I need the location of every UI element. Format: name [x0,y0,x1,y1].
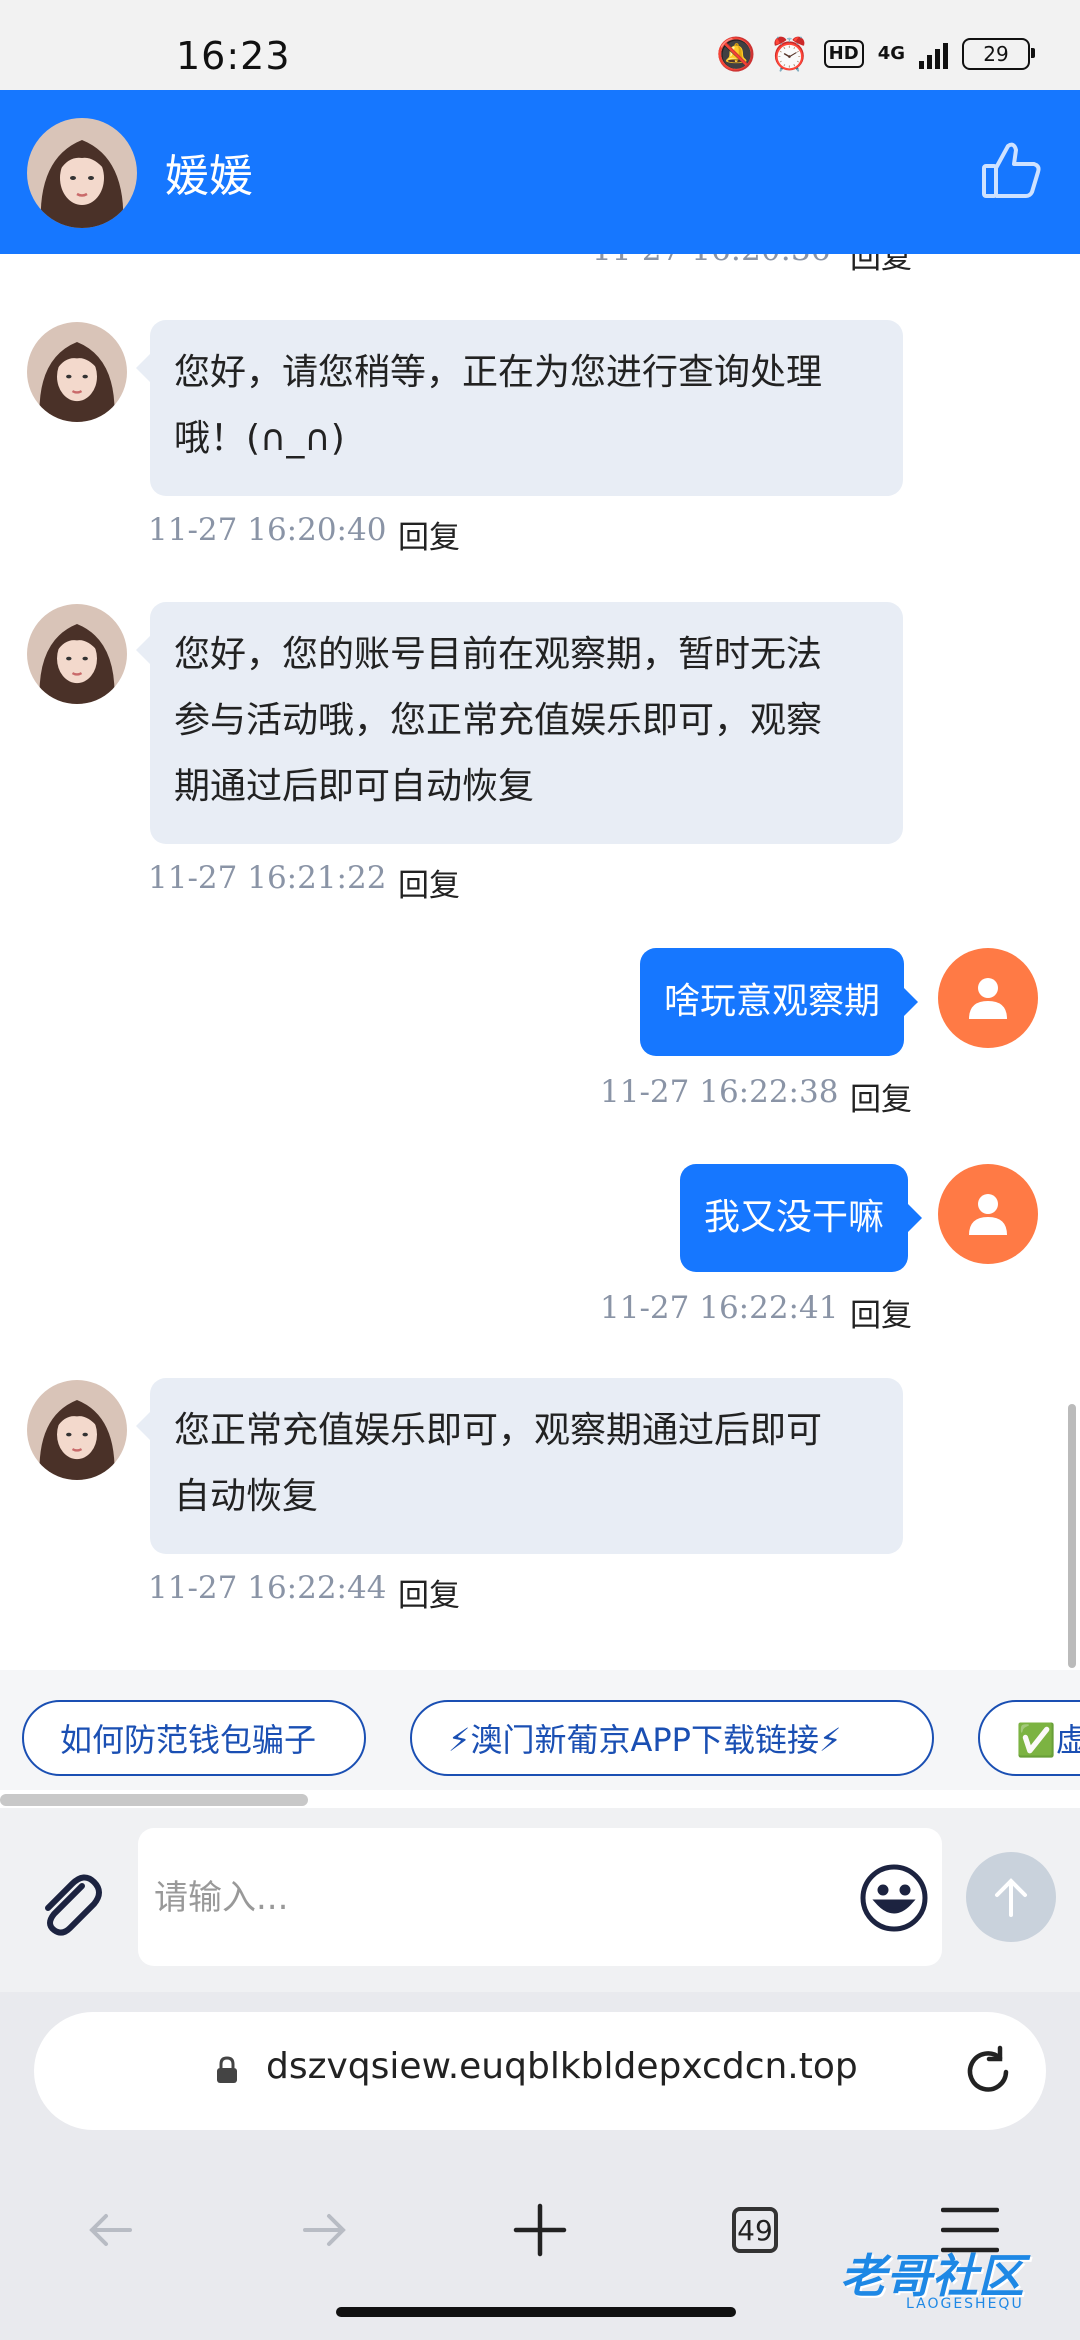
paperclip-icon[interactable] [30,1864,110,1944]
agent-avatar [27,1380,127,1480]
message-line: 期通过后即可自动恢复 [174,766,535,807]
message-line: 您好，请您稍等，正在为您进行查询处理 [174,352,823,393]
tabs-button[interactable]: 49 [705,2180,805,2280]
message-timestamp: 11-27 16:22:41 [600,1290,839,1326]
quick-reply-chip[interactable]: ⚡澳门新葡京APP下载链接⚡ [410,1700,934,1776]
message-line: 参与活动哦，您正常充值娱乐即可，观察 [174,700,823,741]
mute-bell-icon: 🔕 [715,35,756,73]
plus-icon [513,2203,567,2257]
emoji-icon[interactable] [858,1862,930,1934]
reply-link[interactable]: 回复 [398,1570,460,1615]
new-tab-button[interactable] [490,2180,590,2280]
reply-link[interactable]: 回复 [850,1074,912,1119]
message-timestamp: 11-27 16:20:40 [148,512,387,548]
status-icons: 🔕 ⏰ HD 4G 29 [715,34,1035,74]
reply-link[interactable]: 回复 [398,512,460,557]
send-button[interactable] [966,1852,1056,1942]
message-timestamp: 11-27 16:22:44 [148,1570,387,1606]
agent-message-bubble[interactable]: 您正常充值娱乐即可，观察期通过后即可 自动恢复 [136,1378,903,1554]
user-avatar [938,948,1038,1048]
thumbs-up-icon[interactable] [980,138,1044,202]
composer [0,1808,1080,1992]
address-bar[interactable]: dszvqsiew.euqblkbldepxcdcn.top [34,2012,1046,2130]
home-indicator[interactable] [336,2307,736,2317]
hd-icon: HD [823,40,864,68]
reload-icon[interactable] [960,2044,1016,2100]
message-timestamp: 11-27 16:20:36 [592,254,830,268]
agent-message-bubble[interactable]: 您好，请您稍等，正在为您进行查询处理 哦！(∩_∩) [136,320,903,496]
message-line: 您好，您的账号目前在观察期，暂时无法 [174,634,823,675]
agent-avatar [27,322,127,422]
message-line: 哦！(∩_∩) [174,418,345,459]
reply-link[interactable]: 回复 [398,860,460,905]
arrow-right-icon [303,2214,346,2246]
message-timestamp: 11-27 16:22:38 [600,1074,839,1110]
tab-count: 49 [732,2207,778,2253]
chat-title: 媛媛 [165,151,253,202]
message-timestamp: 11-27 16:21:22 [148,860,387,896]
arrow-up-icon [995,1878,1027,1917]
message-line: 您正常充值娱乐即可，观察期通过后即可 [174,1410,823,1451]
reply-link[interactable]: 回复 [850,1290,912,1335]
person-icon [969,978,1007,1019]
message-input-box [138,1828,942,1966]
quick-reply-chip[interactable]: 如何防范钱包骗子 [22,1700,366,1776]
quick-replies-bar[interactable]: 如何防范钱包骗子 ⚡澳门新葡京APP下载链接⚡ ✅虚 [0,1670,1080,1790]
message-input[interactable] [152,1864,836,1932]
arrow-left-icon [89,2214,132,2246]
user-message-bubble[interactable]: 啥玩意观察期 [640,948,919,1056]
chips-scrollbar[interactable] [0,1794,308,1806]
lock-icon [217,2056,237,2083]
chat-scrollbar[interactable] [1068,1404,1076,1668]
url-text[interactable]: dszvqsiew.euqblkbldepxcdcn.top [266,2046,858,2087]
agent-avatar [27,604,127,704]
user-message-bubble[interactable]: 我又没干嘛 [680,1164,923,1272]
status-time: 16:23 [176,34,291,78]
message-list[interactable]: 11-27 16:20:36 回复 您好，请您稍等，正在为您进行查询处理 哦！(… [0,254,1080,1670]
agent-avatar[interactable] [27,118,137,228]
battery-level: 29 [983,42,1009,66]
user-avatar [938,1164,1038,1264]
quick-reply-chip[interactable]: ✅虚 [978,1700,1080,1776]
agent-message-bubble[interactable]: 您好，您的账号目前在观察期，暂时无法 参与活动哦，您正常充值娱乐即可，观察 期通… [136,602,903,844]
network-type: 4G [877,43,905,64]
status-bar: 16:23 🔕 ⏰ HD 4G 29 [0,0,1080,90]
battery-icon: 29 [962,38,1035,70]
alarm-icon: ⏰ [769,35,810,73]
reply-link[interactable]: 回复 [850,254,912,277]
person-icon [969,1194,1007,1235]
message-line: 自动恢复 [174,1476,319,1517]
back-button[interactable] [60,2180,160,2280]
signal-icon [919,39,948,69]
chat-header: 媛媛 [0,90,1080,254]
watermark-subtext: LAOGESHEQU [906,2296,1024,2312]
forward-button[interactable] [275,2180,375,2280]
